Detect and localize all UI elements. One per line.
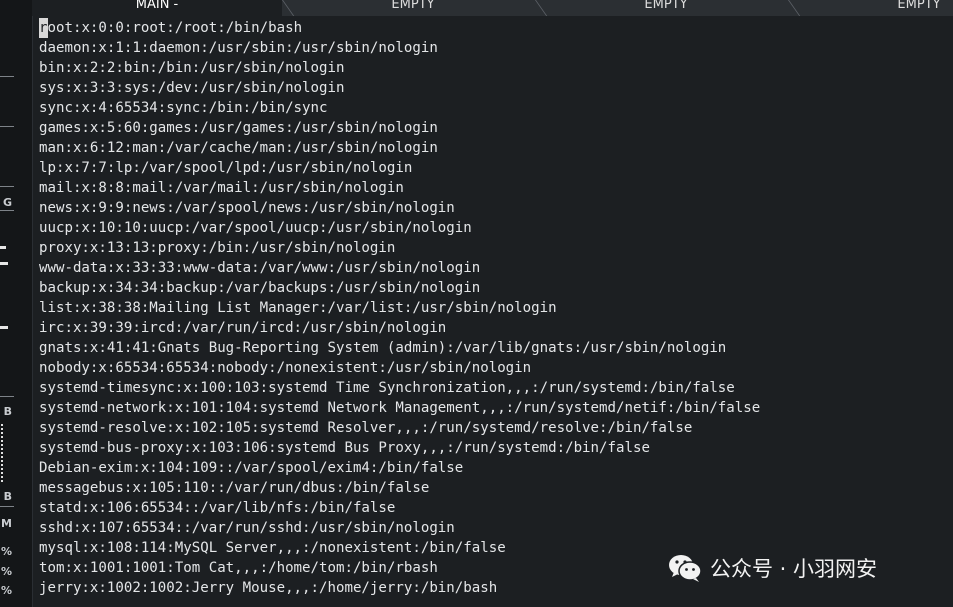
terminal-line: games:x:5:60:games:/usr/games:/usr/sbin/… bbox=[39, 120, 438, 136]
terminal-line: nobody:x:65534:65534:nobody:/nonexistent… bbox=[39, 360, 532, 376]
terminal-line: lp:x:7:7:lp:/var/spool/lpd:/usr/sbin/nol… bbox=[39, 160, 413, 176]
terminal-line-text: oot:x:0:0:root:/root:/bin/bash bbox=[47, 20, 303, 36]
terminal-line: mail:x:8:8:mail:/var/mail:/usr/sbin/nolo… bbox=[39, 180, 404, 196]
terminal-line: backup:x:34:34:backup:/var/backups:/usr/… bbox=[39, 280, 481, 296]
panel-divider bbox=[0, 76, 14, 77]
panel-label: B bbox=[3, 490, 12, 503]
terminal-line: proxy:x:13:13:proxy:/bin:/usr/sbin/nolog… bbox=[39, 240, 396, 256]
terminal-line: Debian-exim:x:104:109::/var/spool/exim4:… bbox=[39, 460, 464, 476]
side-panel: G B B M % % % bbox=[0, 0, 33, 607]
panel-label: % bbox=[0, 584, 12, 597]
panel-label: % bbox=[0, 565, 12, 578]
panel-label: G bbox=[2, 196, 12, 209]
tab-main[interactable]: MAIN - bbox=[32, 0, 282, 16]
terminal-output[interactable]: root:x:0:0:root:/root:/bin/bash daemon:x… bbox=[39, 18, 949, 598]
panel-divider bbox=[0, 210, 14, 211]
panel-label: % bbox=[0, 545, 12, 558]
terminal-line: root:x:0:0:root:/root:/bin/bash bbox=[39, 18, 949, 38]
terminal-line: daemon:x:1:1:daemon:/usr/sbin:/usr/sbin/… bbox=[39, 40, 438, 56]
watermark-text: 公众号 · 小羽网安 bbox=[710, 557, 878, 581]
terminal-window: G B B M % % % MAIN - EMPTY EMPTY EMPTY r… bbox=[0, 0, 953, 607]
terminal-line: messagebus:x:105:110::/var/run/dbus:/bin… bbox=[39, 480, 430, 496]
terminal-line: systemd-resolve:x:102:105:systemd Resolv… bbox=[39, 420, 693, 436]
terminal-line: sshd:x:107:65534::/var/run/sshd:/usr/sbi… bbox=[39, 520, 455, 536]
terminal-line: systemd-bus-proxy:x:103:106:systemd Bus … bbox=[39, 440, 650, 456]
panel-mark bbox=[0, 246, 6, 249]
terminal-line: www-data:x:33:33:www-data:/var/www:/usr/… bbox=[39, 260, 481, 276]
panel-label: M bbox=[1, 517, 12, 530]
terminal-line: man:x:6:12:man:/var/cache/man:/usr/sbin/… bbox=[39, 140, 438, 156]
panel-meter bbox=[1, 424, 6, 482]
terminal-line: statd:x:106:65534::/var/lib/nfs:/bin/fal… bbox=[39, 500, 396, 516]
panel-divider bbox=[0, 396, 14, 397]
panel-divider bbox=[0, 126, 14, 127]
tab-empty-2[interactable]: EMPTY bbox=[547, 0, 785, 16]
tab-bar: MAIN - EMPTY EMPTY EMPTY bbox=[32, 0, 953, 16]
wechat-icon bbox=[669, 555, 702, 582]
terminal-line: news:x:9:9:news:/var/spool/news:/usr/sbi… bbox=[39, 200, 455, 216]
tab-empty-3[interactable]: EMPTY bbox=[800, 0, 953, 16]
panel-mark bbox=[0, 262, 8, 265]
terminal-line: systemd-timesync:x:100:103:systemd Time … bbox=[39, 380, 735, 396]
terminal-line: sync:x:4:65534:sync:/bin:/bin/sync bbox=[39, 100, 328, 116]
terminal-line: sys:x:3:3:sys:/dev:/usr/sbin/nologin bbox=[39, 80, 345, 96]
watermark: 公众号 · 小羽网安 bbox=[668, 553, 877, 583]
terminal-line: systemd-network:x:101:104:systemd Networ… bbox=[39, 400, 761, 416]
panel-label: B bbox=[3, 405, 12, 418]
tab-empty-1[interactable]: EMPTY bbox=[294, 0, 532, 16]
text-cursor: r bbox=[39, 18, 48, 38]
terminal-line: gnats:x:41:41:Gnats Bug-Reporting System… bbox=[39, 340, 727, 356]
terminal-line: list:x:38:38:Mailing List Manager:/var/l… bbox=[39, 300, 557, 316]
terminal-line: bin:x:2:2:bin:/bin:/usr/sbin/nologin bbox=[39, 60, 345, 76]
panel-divider bbox=[0, 186, 14, 187]
terminal-line: uucp:x:10:10:uucp:/var/spool/uucp:/usr/s… bbox=[39, 220, 472, 236]
panel-mark bbox=[0, 326, 8, 329]
panel-divider bbox=[0, 506, 14, 507]
terminal-line: irc:x:39:39:ircd:/var/run/ircd:/usr/sbin… bbox=[39, 320, 447, 336]
